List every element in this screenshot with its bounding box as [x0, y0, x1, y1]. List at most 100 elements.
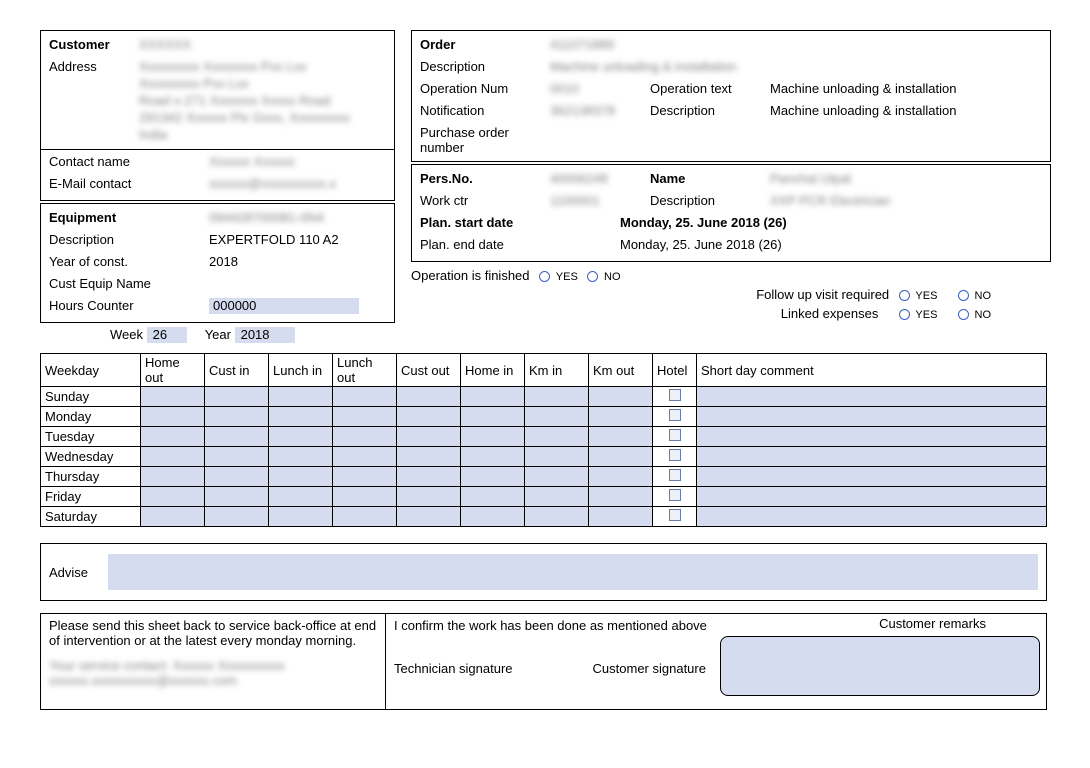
- time-cell[interactable]: [141, 447, 205, 467]
- time-cell[interactable]: [589, 407, 653, 427]
- hotel-checkbox[interactable]: [669, 449, 681, 461]
- time-cell[interactable]: [333, 387, 397, 407]
- time-cell[interactable]: [525, 447, 589, 467]
- time-cell[interactable]: [461, 427, 525, 447]
- time-cell[interactable]: [589, 387, 653, 407]
- op-finished-no-radio[interactable]: [587, 271, 598, 282]
- time-cell[interactable]: [589, 487, 653, 507]
- time-cell[interactable]: [525, 427, 589, 447]
- linked-exp-yes-radio[interactable]: [899, 309, 910, 320]
- time-cell[interactable]: [397, 447, 461, 467]
- table-row: Sunday: [41, 387, 1047, 407]
- time-cell[interactable]: [333, 467, 397, 487]
- service-contact: Your service contact: Xxxxxx Xxxxxxxxxx: [49, 658, 377, 673]
- time-cell[interactable]: [525, 467, 589, 487]
- hotel-checkbox[interactable]: [669, 469, 681, 481]
- time-cell[interactable]: [461, 467, 525, 487]
- comment-cell[interactable]: [697, 487, 1047, 507]
- time-cell[interactable]: [205, 467, 269, 487]
- advise-field[interactable]: [108, 554, 1038, 590]
- time-cell[interactable]: [141, 467, 205, 487]
- follow-up-yes-radio[interactable]: [899, 290, 910, 301]
- time-cell[interactable]: [141, 407, 205, 427]
- no-label-3: NO: [975, 309, 992, 321]
- linked-expenses-label: Linked expenses: [781, 306, 879, 321]
- time-cell[interactable]: [269, 427, 333, 447]
- time-cell[interactable]: [205, 507, 269, 527]
- customer-box: Customer XXXXXX Address Xxxxxxxxx Xxxxxx…: [40, 30, 395, 201]
- hotel-cell: [653, 427, 697, 447]
- time-cell[interactable]: [397, 467, 461, 487]
- week-value[interactable]: 26: [147, 327, 187, 343]
- time-cell[interactable]: [141, 387, 205, 407]
- time-cell[interactable]: [397, 507, 461, 527]
- time-cell[interactable]: [589, 467, 653, 487]
- th-lunch-out: Lunch out: [333, 354, 397, 387]
- personnel-box: Pers.No. 40006248 Name Panchal Utpal Wor…: [411, 164, 1051, 262]
- timesheet-header-row: Weekday Home out Cust in Lunch in Lunch …: [41, 354, 1047, 387]
- time-cell[interactable]: [525, 387, 589, 407]
- time-cell[interactable]: [397, 487, 461, 507]
- th-cust-in: Cust in: [205, 354, 269, 387]
- time-cell[interactable]: [333, 487, 397, 507]
- hotel-checkbox[interactable]: [669, 489, 681, 501]
- hotel-checkbox[interactable]: [669, 409, 681, 421]
- hotel-checkbox[interactable]: [669, 389, 681, 401]
- time-cell[interactable]: [205, 407, 269, 427]
- comment-cell[interactable]: [697, 447, 1047, 467]
- time-cell[interactable]: [461, 387, 525, 407]
- time-cell[interactable]: [205, 427, 269, 447]
- time-cell[interactable]: [589, 427, 653, 447]
- customer-name-value: XXXXXX: [139, 37, 191, 52]
- time-cell[interactable]: [269, 387, 333, 407]
- comment-cell[interactable]: [697, 427, 1047, 447]
- year-value[interactable]: 2018: [235, 327, 295, 343]
- time-cell[interactable]: [205, 387, 269, 407]
- hotel-cell: [653, 467, 697, 487]
- weekday-cell: Friday: [41, 487, 141, 507]
- time-cell[interactable]: [333, 427, 397, 447]
- time-cell[interactable]: [461, 507, 525, 527]
- time-cell[interactable]: [333, 507, 397, 527]
- comment-cell[interactable]: [697, 467, 1047, 487]
- op-finished-yes-radio[interactable]: [539, 271, 550, 282]
- time-cell[interactable]: [525, 507, 589, 527]
- time-cell[interactable]: [589, 447, 653, 467]
- time-cell[interactable]: [269, 507, 333, 527]
- comment-cell[interactable]: [697, 407, 1047, 427]
- follow-up-no-radio[interactable]: [958, 290, 969, 301]
- time-cell[interactable]: [333, 447, 397, 467]
- time-cell[interactable]: [525, 407, 589, 427]
- time-cell[interactable]: [333, 407, 397, 427]
- customer-remarks-field[interactable]: [720, 636, 1040, 696]
- time-cell[interactable]: [205, 487, 269, 507]
- time-cell[interactable]: [397, 427, 461, 447]
- time-cell[interactable]: [269, 467, 333, 487]
- linked-exp-no-radio[interactable]: [958, 309, 969, 320]
- time-cell[interactable]: [269, 407, 333, 427]
- time-cell[interactable]: [461, 487, 525, 507]
- time-cell[interactable]: [461, 407, 525, 427]
- customer-remarks-label: Customer remarks: [879, 616, 986, 631]
- hours-counter-value[interactable]: 000000: [209, 298, 359, 314]
- time-cell[interactable]: [269, 447, 333, 467]
- year-const-label: Year of const.: [49, 254, 209, 269]
- weekday-cell: Thursday: [41, 467, 141, 487]
- time-cell[interactable]: [397, 407, 461, 427]
- hotel-cell: [653, 507, 697, 527]
- comment-cell[interactable]: [697, 387, 1047, 407]
- time-cell[interactable]: [397, 387, 461, 407]
- hotel-checkbox[interactable]: [669, 429, 681, 441]
- time-cell[interactable]: [141, 507, 205, 527]
- hotel-checkbox[interactable]: [669, 509, 681, 521]
- comment-cell[interactable]: [697, 507, 1047, 527]
- th-weekday: Weekday: [41, 354, 141, 387]
- time-cell[interactable]: [461, 447, 525, 467]
- time-cell[interactable]: [525, 487, 589, 507]
- time-cell[interactable]: [205, 447, 269, 467]
- th-km-out: Km out: [589, 354, 653, 387]
- time-cell[interactable]: [141, 427, 205, 447]
- time-cell[interactable]: [141, 487, 205, 507]
- time-cell[interactable]: [269, 487, 333, 507]
- time-cell[interactable]: [589, 507, 653, 527]
